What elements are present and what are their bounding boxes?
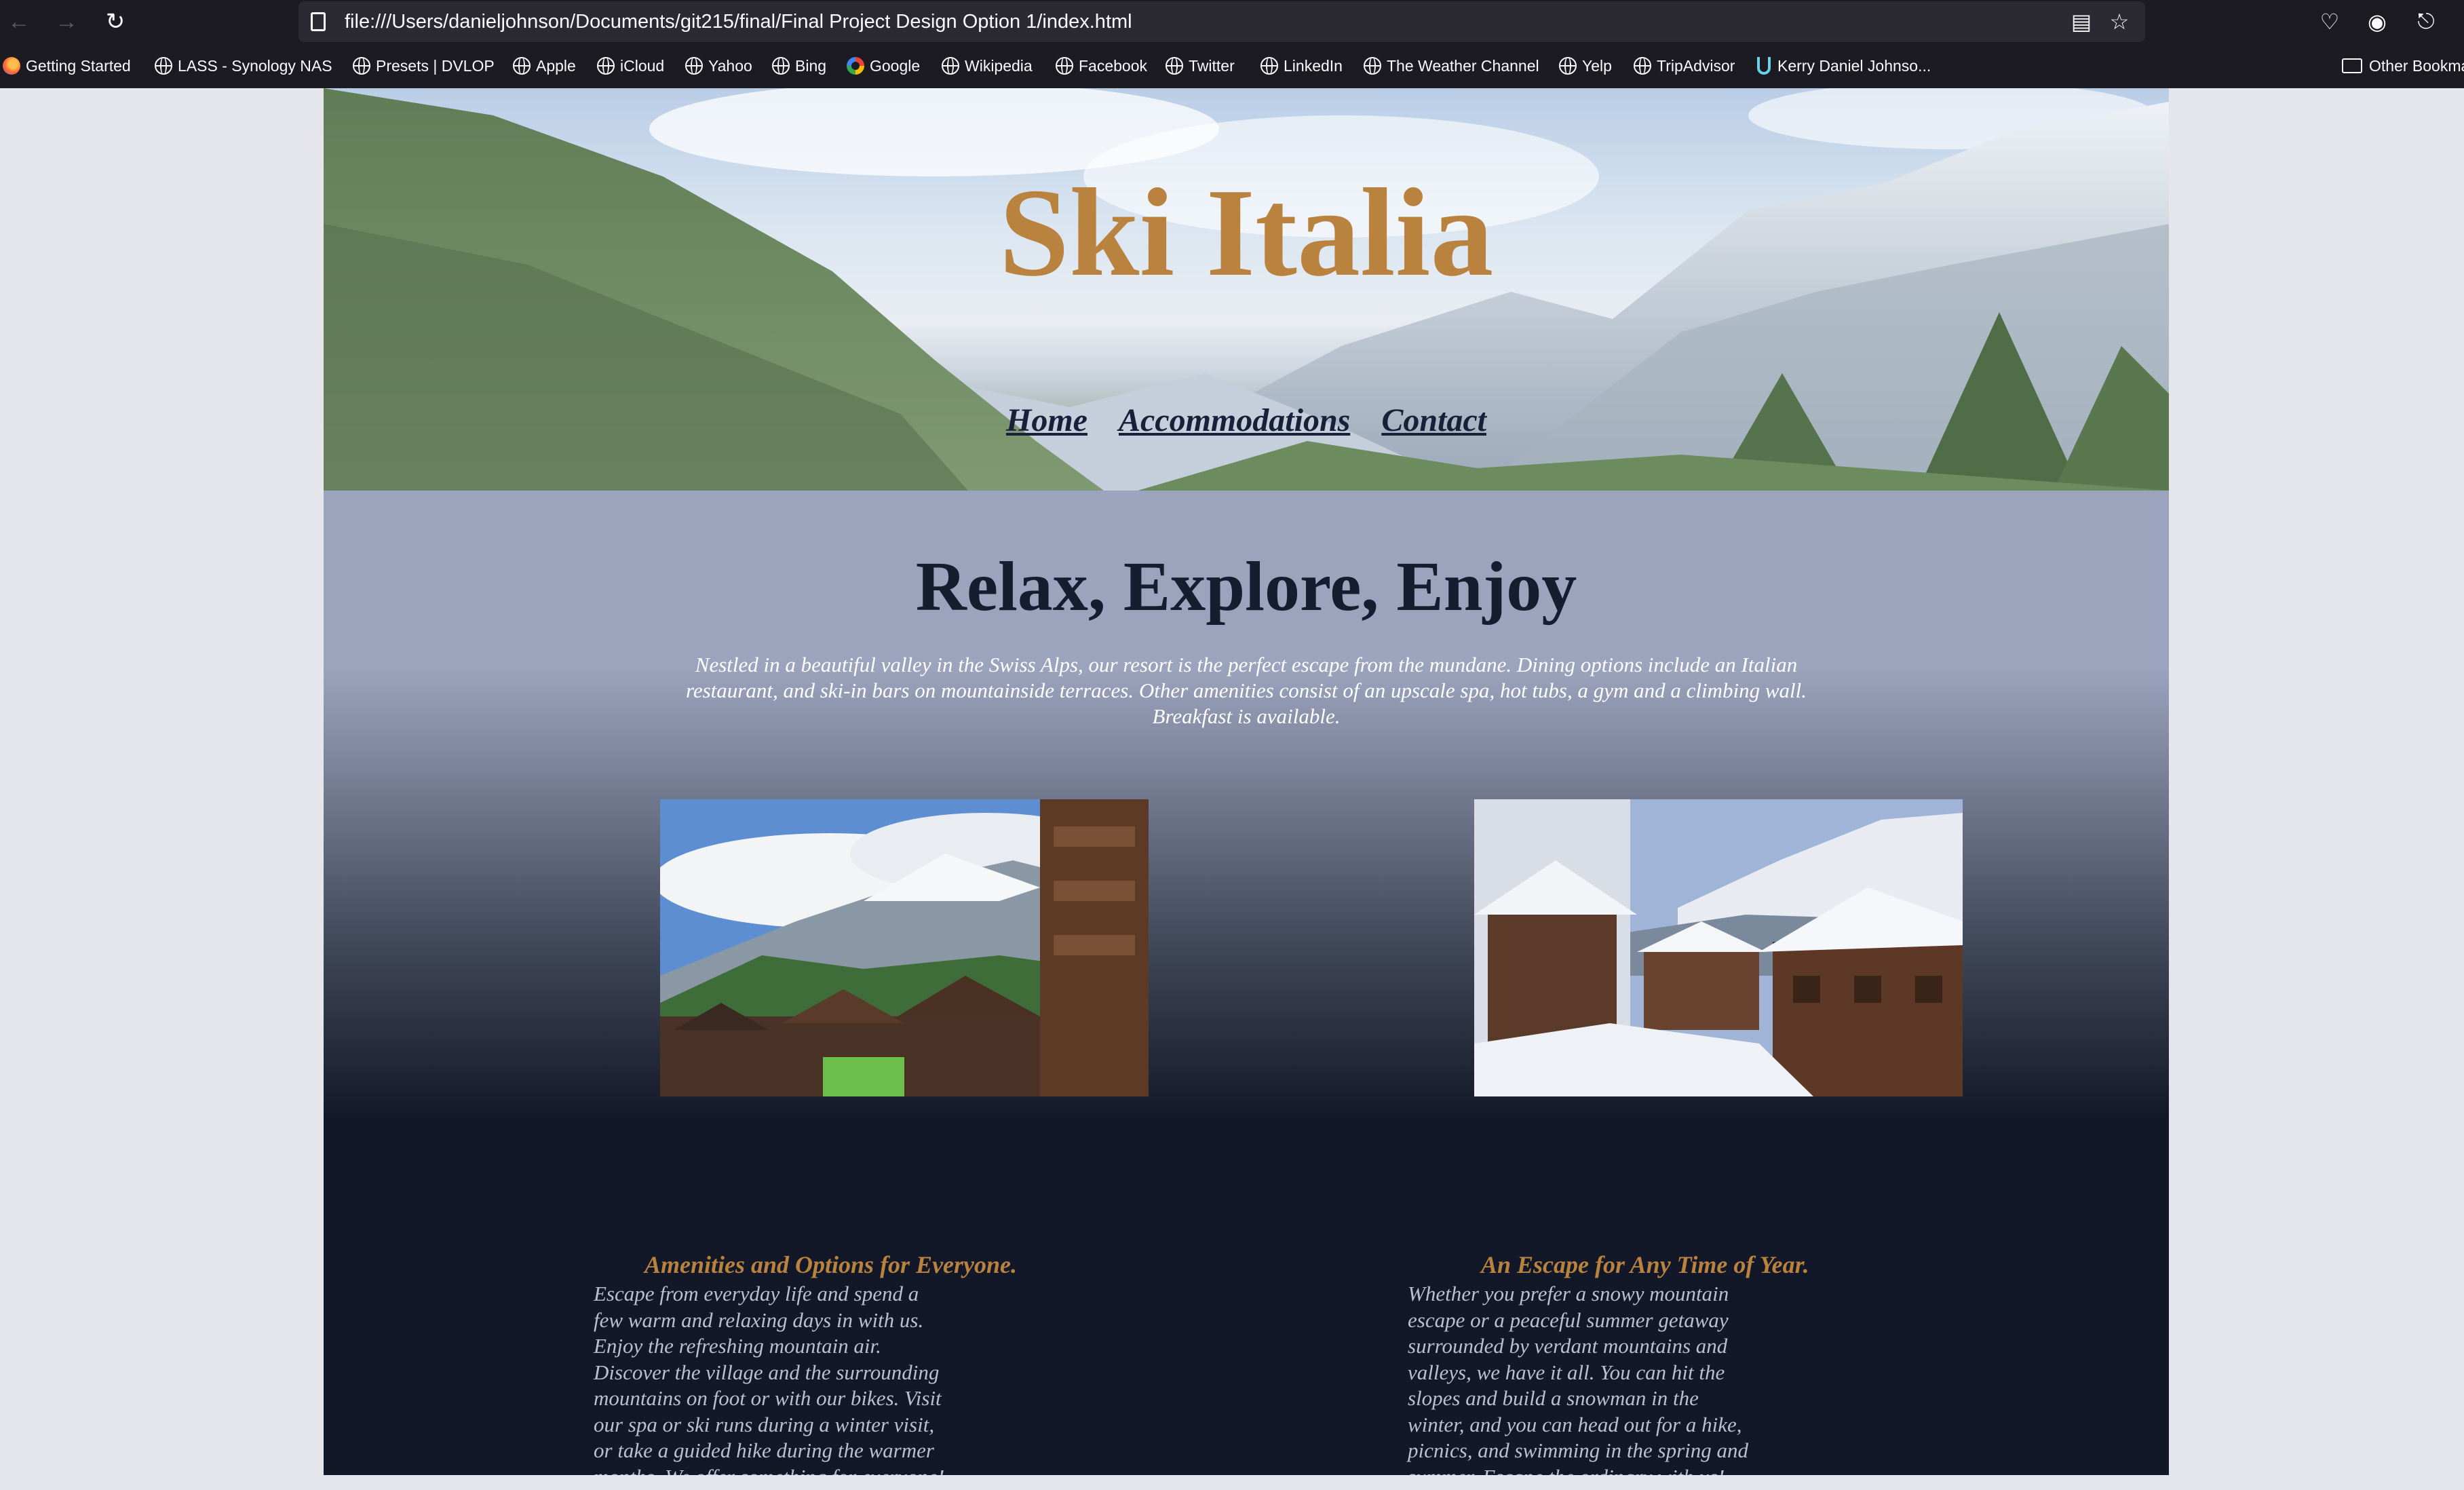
bookmark-label: Yahoo	[708, 56, 752, 75]
bookmark-label: Other Bookma	[2369, 56, 2464, 75]
nav-link-accommodations[interactable]: Accommodations	[1119, 402, 1350, 438]
escape-heading: An Escape for Any Time of Year.	[1481, 1251, 1809, 1278]
page-icon	[311, 12, 326, 31]
reload-icon[interactable]: ↻	[99, 5, 132, 38]
extensions-icon[interactable]: ⎋	[2412, 8, 2440, 35]
bookmark-apple[interactable]: Apple	[513, 43, 576, 88]
reader-view-icon[interactable]: ▤	[2069, 9, 2094, 34]
globe-icon	[155, 57, 172, 75]
globe-icon	[513, 57, 531, 75]
bookmark-label: Kerry Daniel Johnso...	[1777, 56, 1931, 75]
winter-village-photo	[1474, 799, 1963, 1096]
bookmark-label: Getting Started	[26, 56, 131, 75]
main-nav: Home Accommodations Contact	[324, 402, 2169, 439]
amenities-text: Escape from everyday life and spend a fe…	[594, 1282, 944, 1475]
bookmark-kerry[interactable]: Kerry Daniel Johnso...	[1757, 43, 1931, 88]
url-text[interactable]: file:///Users/danieljohnson/Documents/gi…	[345, 1, 1132, 42]
globe-icon	[1559, 57, 1577, 75]
globe-icon	[685, 57, 703, 75]
pocket-icon[interactable]: ♡	[2316, 8, 2343, 35]
folder-icon	[2342, 58, 2362, 73]
bookmark-weather-channel[interactable]: The Weather Channel	[1364, 43, 1539, 88]
site-container: Ski Italia Home Accommodations Contact R…	[324, 88, 2169, 1475]
nav-link-home[interactable]: Home	[1006, 402, 1087, 438]
bookmark-label: Bing	[795, 56, 827, 75]
bookmark-yahoo[interactable]: Yahoo	[685, 43, 752, 88]
globe-icon	[597, 57, 615, 75]
amenities-heading: Amenities and Options for Everyone.	[644, 1251, 1018, 1278]
page-viewport: Ski Italia Home Accommodations Contact R…	[0, 88, 2464, 1490]
bookmark-twitter[interactable]: Twitter	[1166, 43, 1235, 88]
other-bookmarks[interactable]: Other Bookma	[2342, 43, 2464, 88]
bookmark-google[interactable]: Google	[847, 43, 920, 88]
content-section: Relax, Explore, Enjoy Nestled in a beaut…	[324, 491, 2169, 1475]
google-icon	[847, 57, 864, 75]
bookmark-label: Presets | DVLOP	[376, 56, 495, 75]
bookmark-label: Apple	[536, 56, 576, 75]
globe-icon	[1166, 57, 1183, 75]
site-title: Ski Italia	[999, 163, 1494, 303]
globe-icon	[1260, 57, 1278, 75]
bookmark-tripadvisor[interactable]: TripAdvisor	[1634, 43, 1735, 88]
bookmark-wikipedia[interactable]: Wikipedia	[942, 43, 1033, 88]
account-icon[interactable]: ◉	[2364, 8, 2391, 35]
bookmark-label: Facebook	[1079, 56, 1148, 75]
globe-icon	[1364, 57, 1381, 75]
bookmark-presets[interactable]: Presets | DVLOP	[353, 43, 495, 88]
globe-icon	[1056, 57, 1073, 75]
bookmark-label: Wikipedia	[965, 56, 1033, 75]
bookmark-label: The Weather Channel	[1387, 56, 1539, 75]
escape-text: Whether you prefer a snowy mountain esca…	[1408, 1282, 1749, 1475]
intro-paragraph: Nestled in a beautiful valley in the Swi…	[685, 653, 1807, 728]
bookmark-facebook[interactable]: Facebook	[1056, 43, 1147, 88]
bookmark-yelp[interactable]: Yelp	[1559, 43, 1612, 88]
firefox-icon	[3, 57, 20, 75]
bookmark-lass[interactable]: LASS - Synology NAS	[155, 43, 332, 88]
horseshoe-icon	[1757, 57, 1771, 75]
url-bar[interactable]: file:///Users/danieljohnson/Documents/gi…	[299, 1, 2145, 42]
bookmark-label: LinkedIn	[1284, 56, 1343, 75]
back-arrow-icon[interactable]: ←	[3, 5, 35, 38]
bookmark-label: Yelp	[1582, 56, 1612, 75]
bookmarks-bar: Getting Started LASS - Synology NAS Pres…	[0, 43, 2464, 88]
bookmark-bing[interactable]: Bing	[772, 43, 826, 88]
bookmark-icloud[interactable]: iCloud	[597, 43, 664, 88]
globe-icon	[942, 57, 959, 75]
bookmark-label: TripAdvisor	[1657, 56, 1735, 75]
bookmark-getting-started[interactable]: Getting Started	[3, 43, 131, 88]
summer-village-photo	[660, 799, 1149, 1096]
browser-toolbar: ← → ↻ file:///Users/danieljohnson/Docume…	[0, 0, 2464, 43]
globe-icon	[353, 57, 370, 75]
hero-banner: Ski Italia Home Accommodations Contact	[324, 88, 2169, 491]
globe-icon	[772, 57, 790, 75]
bookmark-linkedin[interactable]: LinkedIn	[1260, 43, 1343, 88]
bookmark-label: Google	[870, 56, 921, 75]
nav-link-contact[interactable]: Contact	[1381, 402, 1486, 438]
page-headline: Relax, Explore, Enjoy	[915, 548, 1577, 626]
bookmark-star-icon[interactable]: ☆	[2107, 9, 2132, 34]
bookmark-label: Twitter	[1189, 56, 1235, 75]
bookmark-label: LASS - Synology NAS	[178, 56, 332, 75]
globe-icon	[1634, 57, 1651, 75]
forward-arrow-icon[interactable]: →	[50, 5, 83, 38]
bookmark-label: iCloud	[620, 56, 665, 75]
